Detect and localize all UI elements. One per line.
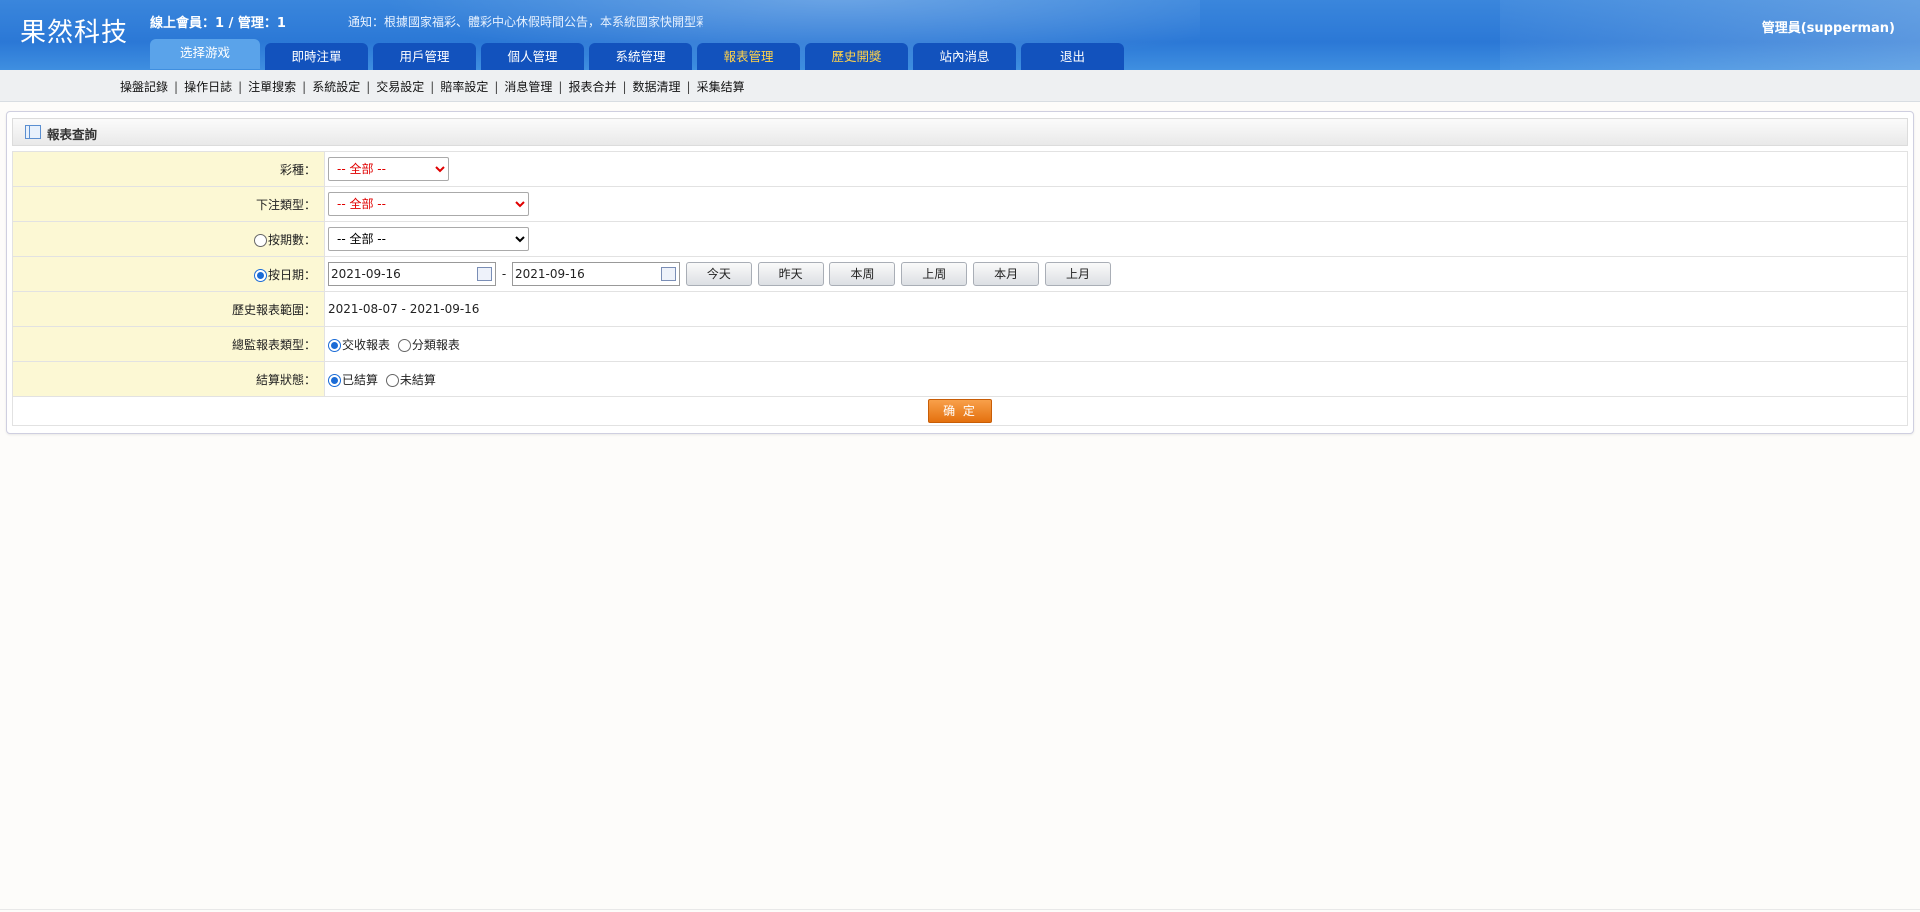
bet-type-cell: -- 全部 -- bbox=[324, 186, 1908, 222]
form-row-report-type: 總監報表類型： 交收報表 分類報表 bbox=[12, 326, 1908, 362]
this-month-button[interactable]: 本月 bbox=[973, 262, 1040, 286]
subnav-item-trade-log[interactable]: 操盤記錄 bbox=[120, 78, 168, 95]
tab-draw-history[interactable]: 歷史開獎 bbox=[805, 43, 908, 70]
panel-icon bbox=[25, 125, 41, 139]
query-form: 彩種： -- 全部 -- 下注類型： -- 全部 -- 按期數： -- 全部 -… bbox=[12, 151, 1908, 426]
today-button[interactable]: 今天 bbox=[685, 262, 752, 286]
tab-site-messages[interactable]: 站內消息 bbox=[913, 43, 1016, 70]
by-date-label: 按日期： bbox=[267, 267, 316, 282]
history-range-label: 歷史報表範圍： bbox=[12, 291, 325, 327]
panel-header: 報表查詢 bbox=[12, 118, 1908, 146]
online-count: 線上會員：1 / 管理：1 bbox=[150, 16, 286, 31]
by-period-cell: -- 全部 -- bbox=[324, 221, 1908, 257]
form-row-by-period: 按期數： -- 全部 -- bbox=[12, 221, 1908, 257]
form-row-settle-status: 結算狀態： 已結算 未結算 bbox=[12, 361, 1908, 397]
sub-nav-items: 操盤記錄 | 操作日誌 | 注單搜索 | 系統設定 | 交易設定 | 賠率設定 | 消息管理… bbox=[120, 78, 745, 95]
report-type-cell: 交收報表 分類報表 bbox=[324, 326, 1908, 362]
this-week-button[interactable]: 本周 bbox=[829, 262, 896, 286]
last-week-button[interactable]: 上周 bbox=[901, 262, 968, 286]
submit-cell: 确 定 bbox=[12, 396, 1908, 426]
subnav-separator: | bbox=[558, 79, 563, 94]
admin-name: 管理員(supperman) bbox=[1761, 21, 1895, 36]
form-row-by-date: 按日期： 2021-09-16 - 2021-09-16 今天 昨天 本周 上周… bbox=[12, 256, 1908, 292]
form-row-bet-type: 下注類型： -- 全部 -- bbox=[12, 186, 1908, 222]
settle-status-cell: 已結算 未結算 bbox=[324, 361, 1908, 397]
settlement-report-label: 交收報表 bbox=[342, 337, 391, 352]
subnav-separator: | bbox=[430, 79, 435, 94]
unsettled-radio[interactable] bbox=[385, 373, 399, 387]
top-header: 果然科技 線上會員：1 / 管理：1 通知：根據國家福彩、體彩中心休假時間公告，… bbox=[0, 0, 1920, 70]
category-report-label: 分類報表 bbox=[411, 337, 460, 352]
tab-user-management[interactable]: 用戶管理 bbox=[373, 43, 476, 70]
by-period-label: 按期數： bbox=[267, 232, 316, 247]
confirm-button[interactable]: 确 定 bbox=[928, 399, 992, 423]
date-from-value: 2021-09-16 bbox=[331, 267, 401, 281]
main-nav: 选择游戏 即時注單 用戶管理 個人管理 系統管理 報表管理 歷史開獎 站內消息 … bbox=[150, 39, 1124, 70]
form-row-lottery: 彩種： -- 全部 -- bbox=[12, 151, 1908, 187]
tab-personal-management[interactable]: 個人管理 bbox=[481, 43, 584, 70]
settlement-report-radio[interactable] bbox=[328, 338, 341, 352]
form-row-history-range: 歷史報表範圍： 2021-08-07 - 2021-09-16 bbox=[12, 291, 1908, 327]
subnav-separator: | bbox=[238, 79, 243, 94]
history-range-value: 2021-08-07 - 2021-09-16 bbox=[324, 291, 1908, 327]
subnav-item-message-management[interactable]: 消息管理 bbox=[504, 78, 552, 95]
calendar-icon[interactable] bbox=[661, 267, 676, 281]
subnav-item-trade-settings[interactable]: 交易設定 bbox=[376, 78, 424, 95]
subnav-item-bet-search[interactable]: 注單搜索 bbox=[248, 78, 296, 95]
lottery-cell: -- 全部 -- bbox=[324, 151, 1908, 187]
settled-radio[interactable] bbox=[328, 373, 341, 387]
date-to-value: 2021-09-16 bbox=[515, 267, 585, 281]
form-row-submit: 确 定 bbox=[12, 396, 1908, 426]
calendar-icon[interactable] bbox=[477, 267, 492, 281]
subnav-item-system-settings[interactable]: 系統設定 bbox=[312, 78, 360, 95]
subnav-item-odds-settings[interactable]: 賠率設定 bbox=[440, 78, 488, 95]
by-period-select[interactable]: -- 全部 -- bbox=[328, 227, 529, 251]
subnav-item-report-merge[interactable]: 报表合并 bbox=[568, 78, 616, 95]
by-date-label-cell: 按日期： bbox=[12, 256, 325, 292]
by-period-label-cell: 按期數： bbox=[12, 221, 325, 257]
sub-nav: 操盤記錄 | 操作日誌 | 注單搜索 | 系統設定 | 交易設定 | 賠率設定 | 消息管理… bbox=[0, 70, 1920, 102]
yesterday-button[interactable]: 昨天 bbox=[757, 262, 824, 286]
bottom-divider bbox=[0, 909, 1920, 910]
notice-marquee: 通知：根據國家福彩、體彩中心休假時間公告，本系統國家快開型彩 bbox=[348, 15, 703, 29]
by-date-radio[interactable] bbox=[253, 268, 267, 282]
date-from-input[interactable]: 2021-09-16 bbox=[328, 262, 496, 286]
panel-title: 報表查詢 bbox=[47, 127, 98, 142]
date-to-input[interactable]: 2021-09-16 bbox=[512, 262, 680, 286]
subnav-separator: | bbox=[366, 79, 371, 94]
tab-report-management[interactable]: 報表管理 bbox=[697, 43, 800, 70]
last-month-button[interactable]: 上月 bbox=[1044, 262, 1111, 286]
tab-select-game[interactable]: 选择游戏 bbox=[150, 39, 260, 69]
subnav-separator: | bbox=[174, 79, 179, 94]
settled-label: 已結算 bbox=[342, 372, 379, 387]
subnav-separator: | bbox=[686, 79, 691, 94]
settle-status-label: 結算狀態： bbox=[12, 361, 325, 397]
tab-live-bets[interactable]: 即時注單 bbox=[265, 43, 368, 70]
app-logo: 果然科技 bbox=[20, 18, 129, 48]
date-separator: - bbox=[501, 267, 507, 281]
unsettled-label: 未結算 bbox=[399, 372, 436, 387]
by-date-cell: 2021-09-16 - 2021-09-16 今天 昨天 本周 上周 本月 上… bbox=[324, 256, 1908, 292]
subnav-separator: | bbox=[622, 79, 627, 94]
lottery-select[interactable]: -- 全部 -- bbox=[328, 157, 449, 181]
subnav-separator: | bbox=[302, 79, 307, 94]
subnav-separator: | bbox=[494, 79, 499, 94]
subnav-item-collect-settle[interactable]: 采集结算 bbox=[697, 78, 745, 95]
bet-type-select[interactable]: -- 全部 -- bbox=[328, 192, 529, 216]
tab-system-management[interactable]: 系統管理 bbox=[589, 43, 692, 70]
report-type-label: 總監報表類型： bbox=[12, 326, 325, 362]
report-query-panel: 報表查詢 彩種： -- 全部 -- 下注類型： -- 全部 -- 按期數： --… bbox=[6, 111, 1914, 434]
tab-logout[interactable]: 退出 bbox=[1021, 43, 1124, 70]
subnav-item-operation-log[interactable]: 操作日誌 bbox=[184, 78, 232, 95]
subnav-item-data-cleanup[interactable]: 数据清理 bbox=[633, 78, 681, 95]
bet-type-label: 下注類型： bbox=[12, 186, 325, 222]
category-report-radio[interactable] bbox=[397, 338, 411, 352]
by-period-radio[interactable] bbox=[253, 233, 267, 247]
lottery-label: 彩種： bbox=[12, 151, 325, 187]
